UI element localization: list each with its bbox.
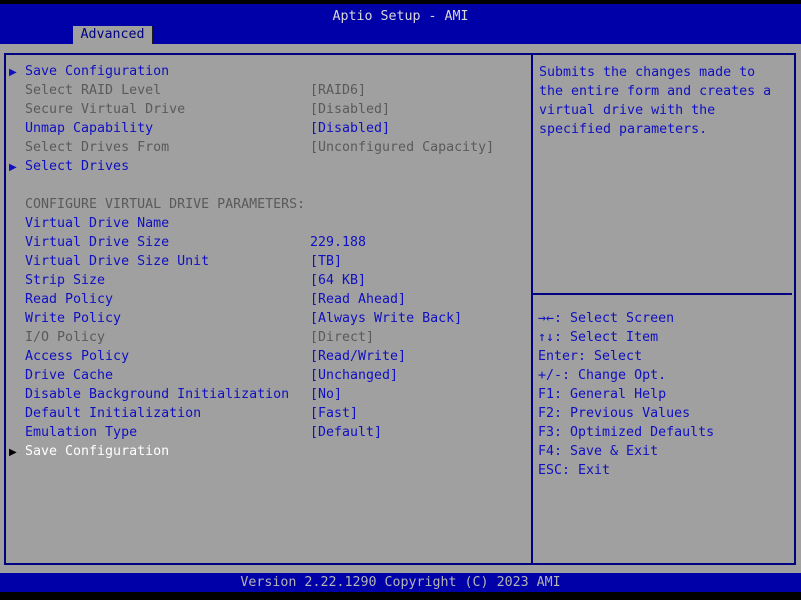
menu-item-value: [Fast] [310, 406, 359, 421]
submenu-arrow-icon: ▶ [9, 162, 17, 173]
hint-item: F3: Optimized Defaults [538, 425, 715, 440]
menu-item-value: [Unchanged] [310, 368, 399, 383]
hint-item: ↑↓: Select Item [538, 330, 659, 345]
menu-item-value: [TB] [310, 254, 343, 269]
menu-item-value: [No] [310, 387, 343, 402]
menu-item-label: Default Initialization [25, 406, 202, 421]
help-text: Submits the changes made to the entire fo… [533, 65, 794, 141]
menu-item-label: Disable Background Initialization [25, 387, 290, 402]
menu-item-label: Emulation Type [25, 425, 138, 440]
menu-item-label: Save Configuration [25, 444, 170, 459]
menu-item[interactable]: Disable Background Initialization [No] [6, 387, 531, 406]
menu-item-label: CONFIGURE VIRTUAL DRIVE PARAMETERS: [25, 197, 306, 212]
menu-item: Select Drives From [Unconfigured Capacity… [6, 140, 531, 159]
menu-item[interactable]: Access Policy [Read/Write] [6, 349, 531, 368]
menu-item-label: Secure Virtual Drive [25, 102, 186, 117]
help-line: specified parameters. [539, 122, 708, 137]
help-line: Submits the changes made to [539, 65, 756, 80]
menu-item[interactable]: Virtual Drive Name [6, 216, 531, 235]
menu-item[interactable]: Strip Size [64 KB] [6, 273, 531, 292]
menu-item: Select RAID Level [RAID6] [6, 83, 531, 102]
menu-item-label: Select RAID Level [25, 83, 162, 98]
menu-item[interactable]: Unmap Capability [Disabled] [6, 121, 531, 140]
menu-list: ▶ Save Configuration Select RAID Level [RAI… [6, 55, 531, 563]
menu-item[interactable]: Default Initialization [Fast] [6, 406, 531, 425]
tab-advanced[interactable]: Advanced [73, 26, 153, 44]
version-text: Version 2.22.1290 Copyright (C) 2023 AMI [240, 575, 561, 590]
menu-item-value: [Always Write Back] [310, 311, 463, 326]
hint-item: F1: General Help [538, 387, 667, 402]
menu-item-value: [Read/Write] [310, 349, 407, 364]
menu-item-value: [Read Ahead] [310, 292, 407, 307]
hint-item: ESC: Exit [538, 463, 611, 478]
menu-item-label: Virtual Drive Size [25, 235, 170, 250]
menu-item-label: Virtual Drive Name [25, 216, 170, 231]
menu-item-label: Select Drives From [25, 140, 170, 155]
menu-item[interactable]: Emulation Type [Default] [6, 425, 531, 444]
menu-item-value: 229.188 [310, 235, 367, 250]
menu-item-label: Strip Size [25, 273, 106, 288]
footer-bar: Version 2.22.1290 Copyright (C) 2023 AMI [0, 573, 801, 592]
menu-item[interactable]: ▶ Save Configuration [6, 64, 531, 83]
menu-item[interactable]: Virtual Drive Size 229.188 [6, 235, 531, 254]
menu-item[interactable]: ▶ Save Configuration [6, 444, 531, 463]
menu-item[interactable]: Write Policy [Always Write Back] [6, 311, 531, 330]
menu-item: CONFIGURE VIRTUAL DRIVE PARAMETERS: [6, 197, 531, 216]
hint-item: F2: Previous Values [538, 406, 691, 421]
bios-setup-screen: Aptio Setup - AMI Advanced ▶ Save Configu… [0, 0, 801, 600]
hint-item: Enter: Select [538, 349, 643, 364]
hint-item: +/-: Change Opt. [538, 368, 667, 383]
menu-item-label: Access Policy [25, 349, 130, 364]
menu-item[interactable]: ▶ Select Drives [6, 159, 531, 178]
menu-item-value: [Default] [310, 425, 383, 440]
menu-item-label: Write Policy [25, 311, 122, 326]
menu-item: I/O Policy [Direct] [6, 330, 531, 349]
menu-item-label: Virtual Drive Size Unit [25, 254, 210, 269]
menu-item[interactable]: Drive Cache [Unchanged] [6, 368, 531, 387]
help-pane: Submits the changes made to the entire fo… [533, 55, 794, 563]
menu-item[interactable]: Read Policy [Read Ahead] [6, 292, 531, 311]
menu-spacer [6, 178, 531, 197]
menu-item-value: [64 KB] [310, 273, 367, 288]
hints-list: →←: Select Screen ↑↓: Select Item Enter: S… [533, 311, 794, 482]
menu-item[interactable]: Virtual Drive Size Unit [TB] [6, 254, 531, 273]
menu-item-value: [Unconfigured Capacity] [310, 140, 495, 155]
menu-item-label: Select Drives [25, 159, 130, 174]
menu-item-value: [Disabled] [310, 102, 391, 117]
submenu-arrow-icon: ▶ [9, 67, 17, 78]
help-line: virtual drive with the [539, 103, 716, 118]
help-line: the entire form and creates a [539, 84, 772, 99]
main-panel: ▶ Save Configuration Select RAID Level [RAI… [4, 53, 796, 565]
menu-item-label: Drive Cache [25, 368, 114, 383]
submenu-arrow-icon: ▶ [9, 447, 17, 458]
menu-item-value: [Direct] [310, 330, 375, 345]
hint-item: →←: Select Screen [538, 311, 675, 326]
menu-item-value: [RAID6] [310, 83, 367, 98]
menu-item-value: [Disabled] [310, 121, 391, 136]
menu-item-label: Save Configuration [25, 64, 170, 79]
hints-divider [533, 293, 792, 295]
page-title: Aptio Setup - AMI [332, 9, 469, 24]
menu-item-label: Read Policy [25, 292, 114, 307]
menu-item: Secure Virtual Drive [Disabled] [6, 102, 531, 121]
menu-item-label: I/O Policy [25, 330, 106, 345]
hint-item: F4: Save & Exit [538, 444, 659, 459]
menu-item-label: Unmap Capability [25, 121, 154, 136]
